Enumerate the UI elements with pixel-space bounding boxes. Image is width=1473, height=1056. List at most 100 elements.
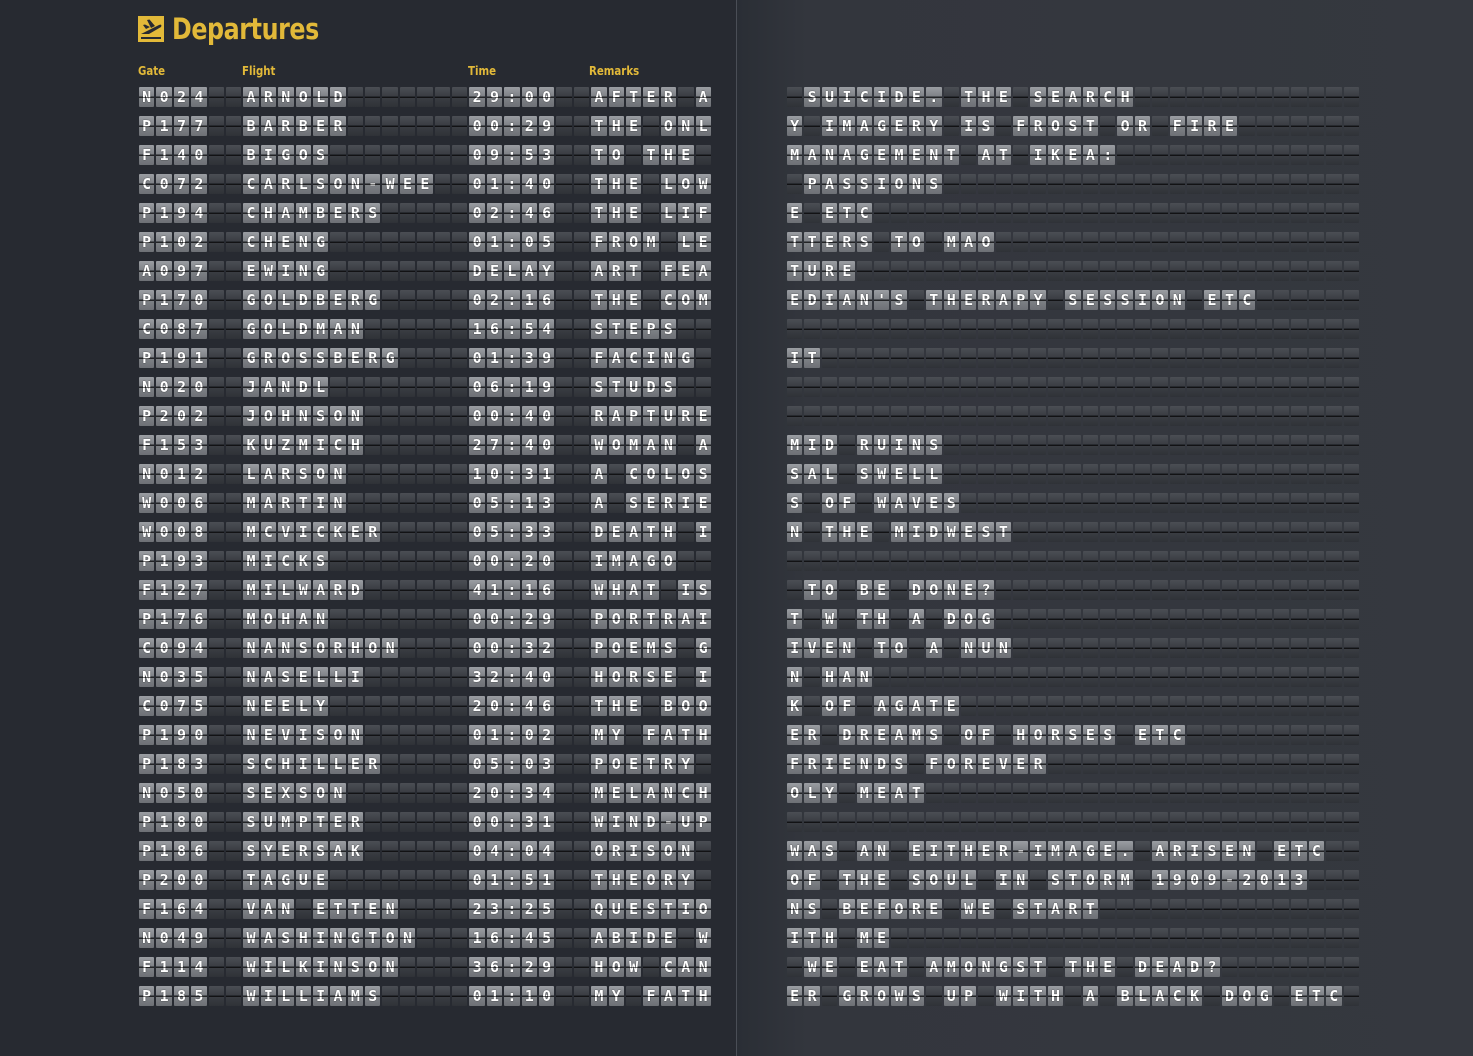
flap-tile xyxy=(1343,725,1359,745)
flap-tile xyxy=(856,812,872,832)
flap-tile: A xyxy=(591,493,607,513)
flap-tile xyxy=(908,203,925,223)
flap-tile xyxy=(1030,638,1046,658)
flap-tile xyxy=(1117,957,1133,977)
flap-tile xyxy=(1343,986,1359,1006)
flap-tile xyxy=(821,725,838,745)
flap-tile xyxy=(1065,551,1081,571)
flap-tile xyxy=(1186,696,1203,716)
book-spine xyxy=(736,0,737,1056)
flap-tile xyxy=(1343,870,1359,890)
flap-tile: E xyxy=(695,406,711,426)
flap-tile: H xyxy=(695,783,711,803)
flap-tile: T xyxy=(608,319,624,339)
flap-tile xyxy=(1065,580,1081,600)
flap-tile xyxy=(1204,493,1220,513)
flap-tile: : xyxy=(1100,145,1116,165)
flap-tile xyxy=(225,435,242,455)
flap-tile: R xyxy=(804,725,820,745)
flap-tile: S xyxy=(278,928,294,948)
flap-tile xyxy=(678,522,694,542)
flap-tile xyxy=(382,725,398,745)
flap-tile xyxy=(1308,319,1325,339)
flap-tile: S xyxy=(926,435,942,455)
flap-tile: A xyxy=(591,87,607,107)
flap-tile xyxy=(1291,551,1307,571)
flap-tile xyxy=(839,406,855,426)
flap-tile: E xyxy=(787,986,803,1006)
flap-tile: M xyxy=(591,725,607,745)
flap-tile: 2 xyxy=(469,87,485,107)
flap-tile: 1 xyxy=(156,145,172,165)
page-title: Departures xyxy=(138,12,351,46)
flap-tile xyxy=(1117,638,1133,658)
flap-tile xyxy=(208,493,224,513)
flap-tile xyxy=(452,406,468,426)
flap-tile: W xyxy=(995,986,1012,1006)
flap-tile: R xyxy=(260,87,277,107)
flap-tile: T xyxy=(1065,957,1081,977)
flap-tile: H xyxy=(1082,957,1099,977)
flap-tile xyxy=(1343,348,1359,368)
flap-tile xyxy=(556,116,572,136)
flap-tile: H xyxy=(695,725,711,745)
flap-tile: M xyxy=(625,435,642,455)
flap-tile xyxy=(891,551,907,571)
flap-tile: A xyxy=(243,87,259,107)
flap-tile xyxy=(1204,580,1220,600)
flap-tile xyxy=(1134,435,1151,455)
flap-tile: A xyxy=(995,290,1012,310)
flap-tile: M xyxy=(1117,870,1133,890)
flap-tile: T xyxy=(643,609,659,629)
flap-tile: S xyxy=(1030,87,1046,107)
flap-tile xyxy=(556,725,572,745)
flap-tile: L xyxy=(312,87,329,107)
flap-tile xyxy=(1047,232,1064,252)
flap-tile xyxy=(1082,754,1099,774)
flap-tile: 1 xyxy=(156,841,172,861)
flap-tile: L xyxy=(312,754,329,774)
flap-tile xyxy=(417,435,433,455)
flap-tile: 3 xyxy=(521,638,537,658)
flap-tile: P xyxy=(139,232,155,252)
flap-tile xyxy=(1221,638,1238,658)
flap-tile xyxy=(452,116,468,136)
flap-tile: 8 xyxy=(173,319,190,339)
flap-tile: C xyxy=(260,754,277,774)
flap-tile xyxy=(1239,87,1255,107)
flap-tile xyxy=(573,609,590,629)
flap-tile: U xyxy=(678,812,694,832)
flap-tile xyxy=(556,203,572,223)
flap-tile xyxy=(382,290,398,310)
flap-tile xyxy=(452,841,468,861)
departure-row: P183SCHILLER05:03POETRY xyxy=(139,754,711,774)
flap-tile: 1 xyxy=(1152,870,1168,890)
flap-tile xyxy=(1291,203,1307,223)
flap-tile: N xyxy=(243,725,259,745)
flap-tile: H xyxy=(821,928,838,948)
flap-tile: 5 xyxy=(486,493,503,513)
flap-tile: 0 xyxy=(486,783,503,803)
flap-tile xyxy=(365,667,381,687)
flap-tile: I xyxy=(695,609,711,629)
flap-tile: R xyxy=(347,203,364,223)
flap-tile: 0 xyxy=(469,406,485,426)
flap-tile: 1 xyxy=(486,348,503,368)
flap-tile xyxy=(573,377,590,397)
flap-tile xyxy=(1326,783,1342,803)
flap-tile xyxy=(434,203,451,223)
flap-tile xyxy=(1239,899,1255,919)
flap-tile xyxy=(1013,464,1029,484)
flap-tile: 0 xyxy=(469,377,485,397)
flap-tile xyxy=(839,348,855,368)
flap-tile: D xyxy=(1221,986,1238,1006)
flap-tile: 0 xyxy=(469,348,485,368)
flap-tile xyxy=(208,957,224,977)
departure-row: P193MICKS00:20IMAGO xyxy=(139,551,711,571)
flap-tile xyxy=(1152,174,1168,194)
flap-tile: 1 xyxy=(521,377,537,397)
flap-tile: C xyxy=(243,203,259,223)
flap-tile: C xyxy=(660,957,677,977)
flap-tile: G xyxy=(243,290,259,310)
flap-tile: S xyxy=(1117,290,1133,310)
